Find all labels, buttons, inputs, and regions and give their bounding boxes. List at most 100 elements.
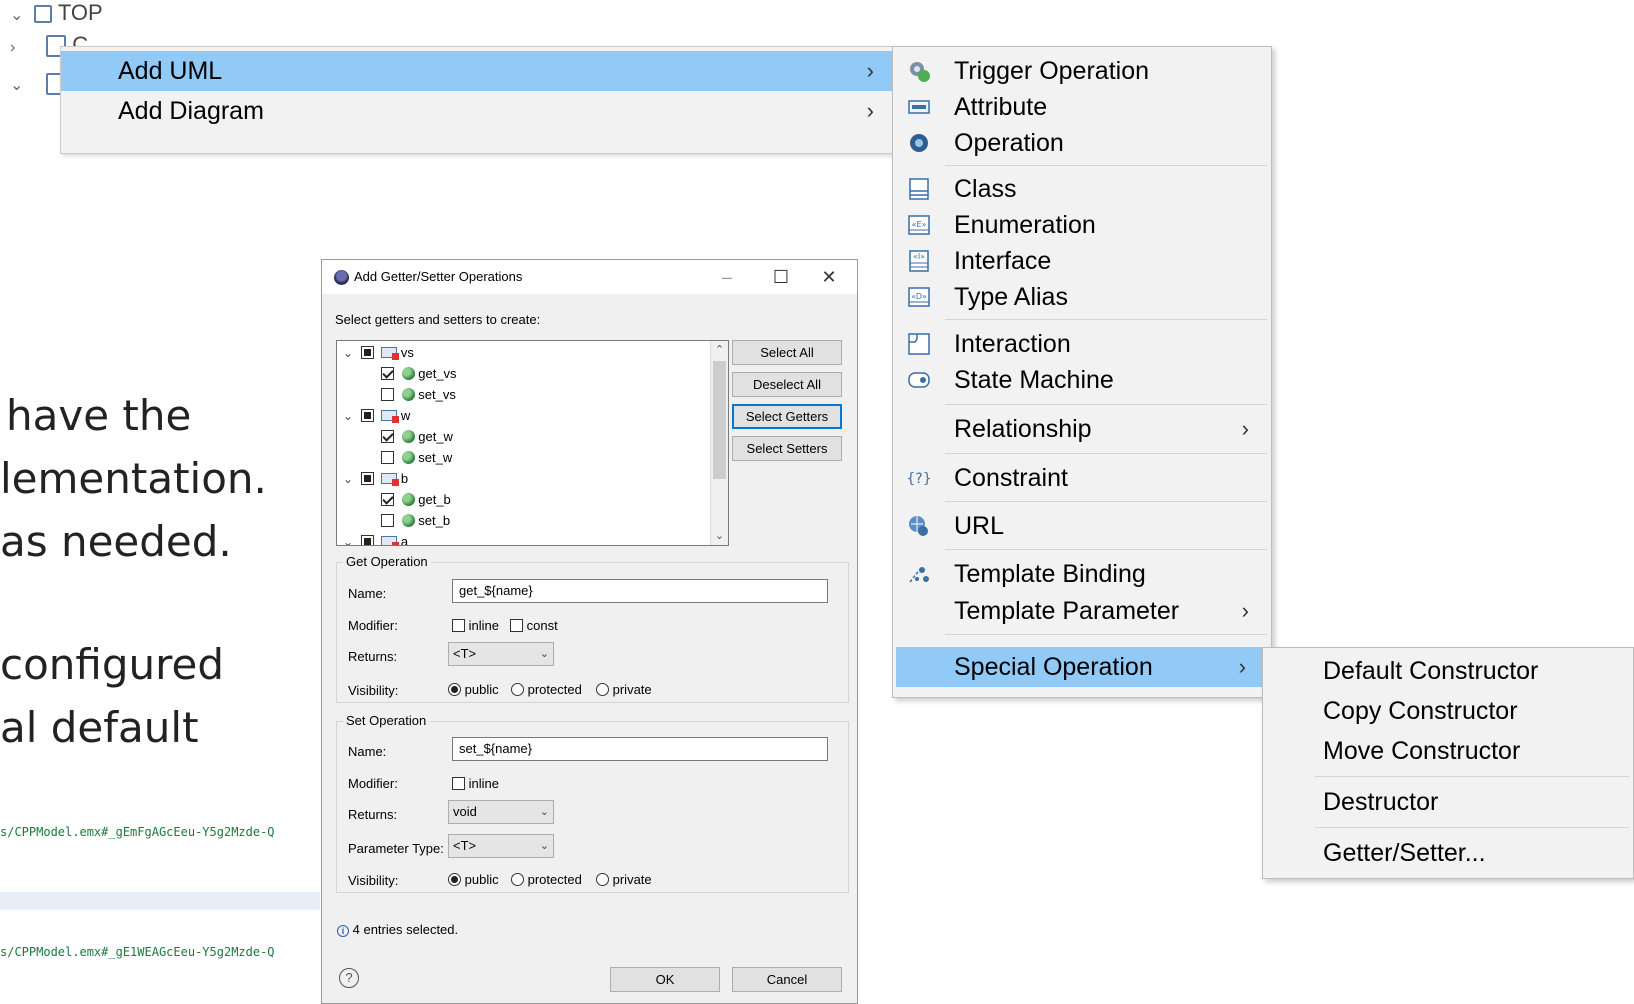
inline-checkbox[interactable] xyxy=(452,619,465,632)
set-name-field[interactable]: set_${name} xyxy=(452,737,828,761)
close-icon[interactable]: ✕ xyxy=(807,264,851,290)
chevron-down-icon[interactable]: ⌄ xyxy=(343,469,357,489)
menu-item-operation[interactable]: Operation xyxy=(893,125,1271,161)
tree-attribute-row[interactable]: ⌄ w xyxy=(343,406,410,426)
visibility-protected-option[interactable]: protected xyxy=(511,682,582,697)
maximize-icon[interactable]: ☐ xyxy=(759,264,803,290)
inline-option[interactable]: inline xyxy=(452,776,499,791)
menu-item-attribute[interactable]: Attribute xyxy=(893,89,1271,125)
menu-item-destructor[interactable]: Destructor xyxy=(1323,784,1438,820)
chevron-right-icon: › xyxy=(1238,654,1246,679)
radio-button[interactable] xyxy=(596,873,609,886)
menu-item-class[interactable]: Class xyxy=(893,171,1271,207)
visibility-private-option[interactable]: private xyxy=(596,872,652,887)
inline-checkbox[interactable] xyxy=(452,777,465,790)
help-icon[interactable]: ? xyxy=(339,968,359,988)
select-setters-button[interactable]: Select Setters xyxy=(732,436,842,461)
type-alias-icon: «D» xyxy=(908,287,930,307)
get-name-field[interactable]: get_${name} xyxy=(452,579,828,603)
checkbox[interactable] xyxy=(381,367,394,380)
combo-value: <T> xyxy=(453,646,477,661)
radio-button[interactable] xyxy=(596,683,609,696)
menu-item-template-parameter[interactable]: Template Parameter › xyxy=(893,593,1271,629)
menu-item-default-constructor[interactable]: Default Constructor xyxy=(1323,653,1538,689)
menu-item-state-machine[interactable]: State Machine xyxy=(893,362,1271,398)
tri-state-checkbox[interactable] xyxy=(360,472,374,485)
menu-item-type-alias[interactable]: «D» Type Alias xyxy=(893,279,1271,315)
radio-button[interactable] xyxy=(511,873,524,886)
menu-separator xyxy=(945,549,1267,550)
tree-operation-row[interactable]: set_b xyxy=(381,511,450,531)
attribute-icon xyxy=(381,347,400,360)
select-all-button[interactable]: Select All xyxy=(732,340,842,365)
menu-item-move-constructor[interactable]: Move Constructor xyxy=(1323,733,1520,769)
menu-item-interface[interactable]: «I» Interface xyxy=(893,243,1271,279)
tri-state-checkbox[interactable] xyxy=(360,346,374,359)
menu-item-trigger-operation[interactable]: Trigger Operation xyxy=(893,53,1271,89)
menu-item-constraint[interactable]: {?} Constraint xyxy=(893,460,1271,496)
scroll-thumb[interactable] xyxy=(713,361,726,479)
cancel-button[interactable]: Cancel xyxy=(732,967,842,992)
radio-button[interactable] xyxy=(511,683,524,696)
tri-state-checkbox[interactable] xyxy=(360,535,374,545)
visibility-public-option[interactable]: public xyxy=(448,682,499,697)
radio-button[interactable] xyxy=(448,873,461,886)
menu-separator xyxy=(945,634,1267,635)
operation-icon xyxy=(910,134,928,152)
tree-scrollbar[interactable]: ⌃ ⌄ xyxy=(710,341,728,545)
visibility-protected-option[interactable]: protected xyxy=(511,872,582,887)
checkbox[interactable] xyxy=(381,451,394,464)
checkbox[interactable] xyxy=(381,388,394,401)
tree-operation-row[interactable]: set_vs xyxy=(381,385,456,405)
add-uml-submenu: Trigger Operation Attribute Operation Cl… xyxy=(892,46,1272,698)
tree-operation-row[interactable]: get_b xyxy=(381,490,451,510)
set-returns-combo[interactable]: void ⌄ xyxy=(448,800,554,824)
radio-button[interactable] xyxy=(448,683,461,696)
deselect-all-button[interactable]: Deselect All xyxy=(732,372,842,397)
visibility-private-option[interactable]: private xyxy=(596,682,652,697)
menu-item-template-binding[interactable]: Template Binding xyxy=(893,556,1271,592)
tree-attribute-row[interactable]: ⌄ vs xyxy=(343,343,414,363)
chevron-down-icon[interactable]: ⌄ xyxy=(343,406,357,426)
chevron-down-icon[interactable]: ⌄ xyxy=(343,343,357,363)
chevron-right-icon: › xyxy=(866,98,874,123)
tree-attribute-row[interactable]: ⌄ a xyxy=(343,532,408,545)
menu-item-interaction[interactable]: Interaction xyxy=(893,326,1271,362)
tree-operation-row[interactable]: get_w xyxy=(381,427,453,447)
minimize-icon[interactable]: – xyxy=(705,264,749,290)
scroll-up-icon[interactable]: ⌃ xyxy=(711,341,728,359)
menu-item-add-uml[interactable]: Add UML › xyxy=(61,51,894,91)
menu-item-enumeration[interactable]: «E» Enumeration xyxy=(893,207,1271,243)
select-getters-button[interactable]: Select Getters xyxy=(732,404,842,429)
get-returns-combo[interactable]: <T> ⌄ xyxy=(448,642,554,666)
combo-value: <T> xyxy=(453,838,477,853)
menu-item-label: Special Operation xyxy=(954,653,1153,681)
checkbox[interactable] xyxy=(381,430,394,443)
info-icon: i xyxy=(337,925,349,937)
menu-item-getter-setter[interactable]: Getter/Setter... xyxy=(1323,835,1486,871)
getter-setter-tree[interactable]: ⌄ vs get_vs set_vs ⌄ w get_w set_w ⌄ b g… xyxy=(336,340,729,546)
tri-state-checkbox[interactable] xyxy=(360,409,374,422)
checkbox[interactable] xyxy=(381,514,394,527)
menu-item-add-diagram[interactable]: Add Diagram › xyxy=(61,91,894,131)
checkbox[interactable] xyxy=(381,493,394,506)
const-checkbox[interactable] xyxy=(510,619,523,632)
tree-attribute-row[interactable]: ⌄ b xyxy=(343,469,408,489)
chevron-down-icon[interactable]: ⌄ xyxy=(343,532,357,545)
attribute-label: w xyxy=(400,408,411,423)
visibility-public-option[interactable]: public xyxy=(448,872,499,887)
scroll-down-icon[interactable]: ⌄ xyxy=(711,527,728,545)
menu-item-relationship[interactable]: Relationship › xyxy=(893,411,1271,447)
menu-item-special-operation[interactable]: Special Operation › xyxy=(896,647,1268,687)
tree-operation-row[interactable]: get_vs xyxy=(381,364,457,384)
menu-item-url[interactable]: URL xyxy=(893,508,1271,544)
chevron-right-icon: › xyxy=(10,39,16,56)
ok-button[interactable]: OK xyxy=(610,967,720,992)
const-option[interactable]: const xyxy=(510,618,558,633)
constraint-icon: {?} xyxy=(907,471,931,487)
inline-option[interactable]: inline xyxy=(452,618,499,633)
tree-operation-row[interactable]: set_w xyxy=(381,448,452,468)
menu-item-copy-constructor[interactable]: Copy Constructor xyxy=(1323,693,1518,729)
parameter-type-combo[interactable]: <T> ⌄ xyxy=(448,834,554,858)
slide-line: configured xyxy=(0,640,224,689)
